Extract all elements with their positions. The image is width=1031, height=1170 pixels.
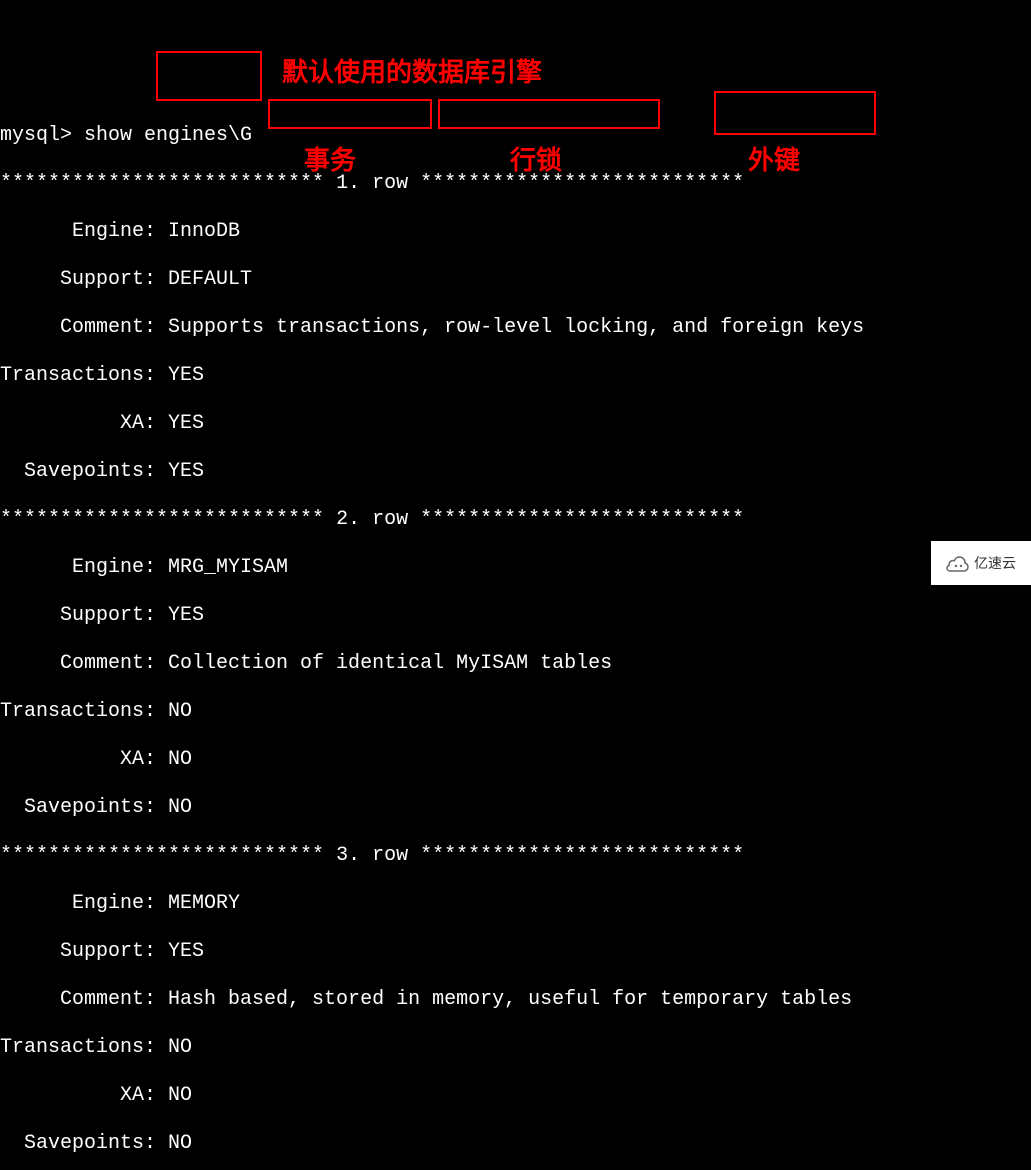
transactions-line-3: Transactions: NO [0,1036,1031,1060]
savepoints-line-2: Savepoints: NO [0,796,1031,820]
comment-line-3: Comment: Hash based, stored in memory, u… [0,988,1031,1012]
row-separator-3: *************************** 3. row *****… [0,844,1031,868]
xa-line-2: XA: NO [0,748,1031,772]
highlight-engine-support [156,51,262,101]
xa-line-3: XA: NO [0,1084,1031,1108]
comment-line-1: Comment: Supports transactions, row-leve… [0,316,1031,340]
support-line-3: Support: YES [0,940,1031,964]
comment-line-2: Comment: Collection of identical MyISAM … [0,652,1031,676]
engine-line-2: Engine: MRG_MYISAM [0,556,1031,580]
transactions-line-2: Transactions: NO [0,700,1031,724]
xa-line-1: XA: YES [0,412,1031,436]
transactions-line-1: Transactions: YES [0,364,1031,388]
terminal-output: mysql> show engines\G ******************… [0,96,1031,1170]
savepoints-line-1: Savepoints: YES [0,460,1031,484]
engine-line-1: Engine: InnoDB [0,220,1031,244]
support-line-2: Support: YES [0,604,1031,628]
watermark-text: 亿速云 [974,551,1016,575]
row-separator-1: *************************** 1. row *****… [0,172,1031,196]
prompt-line: mysql> show engines\G [0,124,1031,148]
cloud-icon [946,551,970,575]
engine-line-3: Engine: MEMORY [0,892,1031,916]
savepoints-line-3: Savepoints: NO [0,1132,1031,1156]
row-separator-2: *************************** 2. row *****… [0,508,1031,532]
annotation-default-engine: 默认使用的数据库引擎 [282,60,542,84]
watermark: 亿速云 [931,541,1031,585]
support-line-1: Support: DEFAULT [0,268,1031,292]
